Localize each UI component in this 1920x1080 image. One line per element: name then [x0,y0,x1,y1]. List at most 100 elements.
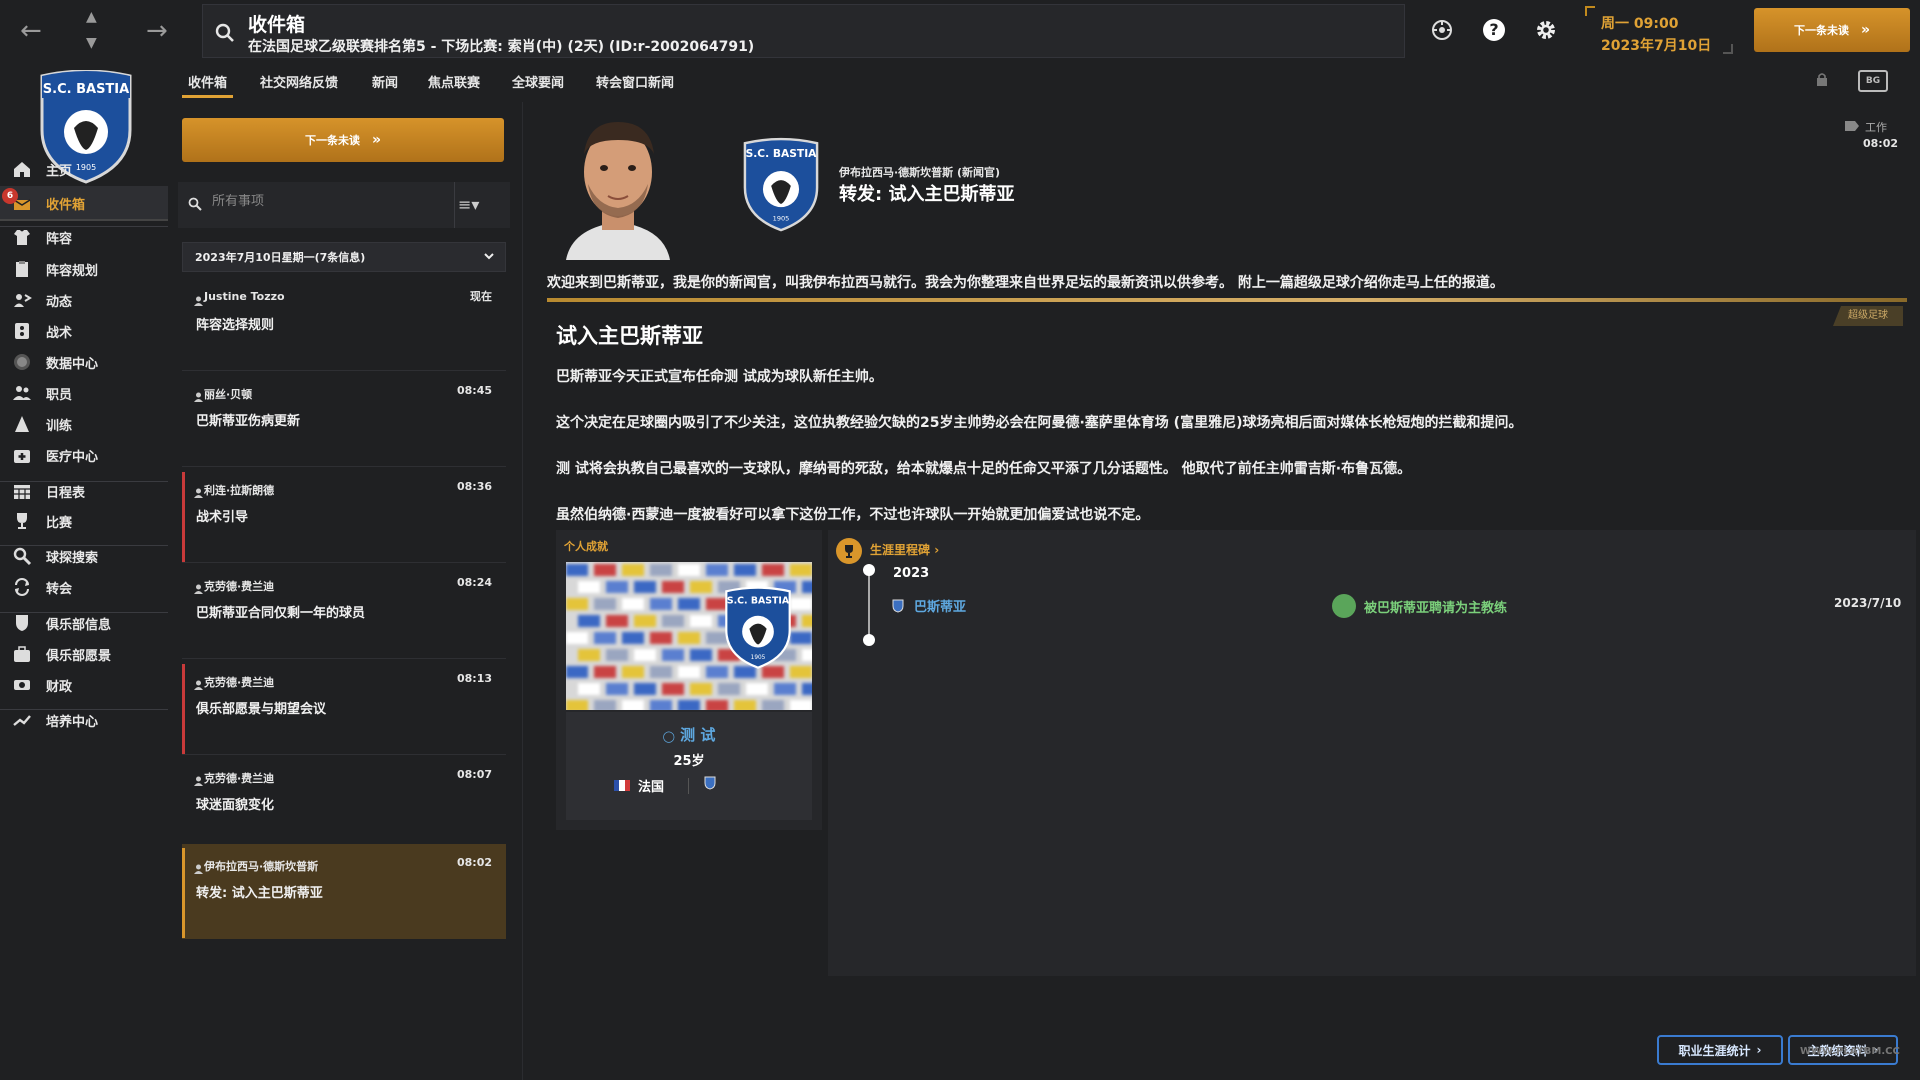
next-unread-button[interactable]: 下一条未读 » [1754,8,1910,52]
message-list-item[interactable]: 克劳德·费兰迪 08:13 俱乐部愿景与期望会议 [182,660,506,755]
sidebar-item-tactics[interactable]: 战术 [0,314,168,348]
sidebar-item-medical[interactable]: 医疗中心 [0,438,168,472]
game-clock[interactable]: 周一 09:00 2023年7月10日 [1585,6,1733,54]
sidebar-item-trophy[interactable]: 比赛 [0,504,168,538]
sidebar-item-data[interactable]: 数据中心 [0,345,168,379]
scroll-up-icon[interactable]: ▲ [86,10,97,24]
tab-global-news[interactable]: 全球要闻 [512,72,564,91]
medical-icon [12,445,32,465]
filter-divider [454,182,455,228]
search-icon[interactable] [215,23,235,47]
watermark: WWW.PLAYBM.CC [1800,1046,1900,1057]
divider [688,778,689,794]
sidebar-item-money[interactable]: 财政 [0,668,168,702]
back-arrow-icon[interactable]: ← [20,18,42,44]
pattern-tile [678,666,700,678]
tab-news[interactable]: 新闻 [372,72,398,91]
career-stats-button[interactable]: 职业生涯统计 › [1657,1035,1783,1065]
chevron-down-icon [483,250,495,265]
pattern-tile [566,598,588,610]
sender-portrait [558,110,678,260]
pattern-tile [762,700,784,710]
pattern-tile [594,564,616,576]
career-stats-label: 职业生涯统计 [1678,1043,1751,1058]
scroll-down-icon[interactable]: ▼ [86,36,97,50]
date-group-header[interactable]: 2023年7月10日星期一(7条信息) [182,242,506,272]
sidebar-item-label: 收件箱 [46,197,86,213]
milestones-title-link[interactable]: 生涯里程碑 › [870,541,939,558]
sidebar-item-calendar[interactable]: 日程表 [0,474,168,508]
club-crest-logo: S.C. BASTIA 1905 [725,586,791,669]
article-paragraph: 这个决定在足球圈内吸引了不少关注，这位执教经验欠缺的25岁主帅势必会在阿曼德·塞… [556,415,1523,431]
message-list-item[interactable]: 伊布拉西马·德斯坎普斯 08:02 转发: 试入主巴斯蒂亚 [182,844,506,939]
unread-count-badge: 6 [2,188,18,204]
title-search-box[interactable]: 收件箱 在法国足球乙级联赛排名第5 - 下场比赛: 索肖(中) (2天) (ID… [202,4,1405,58]
help-icon[interactable]: ? [1482,18,1506,42]
manager-name[interactable]: ◯ 测 试 [566,724,812,745]
pattern-tile [774,683,796,695]
forward-arrow-icon[interactable]: → [146,18,168,44]
message-time: 08:02 [456,856,492,869]
article-paragraph: 测 试将会执教自己最喜欢的一支球队，摩纳哥的死敌，给本就爆点十足的任命又平添了几… [556,461,1412,477]
training-icon [12,414,32,434]
message-list-item[interactable]: 克劳德·费兰迪 08:24 巴斯蒂亚合同仅剩一年的球员 [182,564,506,659]
sidebar-item-clipboard[interactable]: 阵容规划 [0,252,168,286]
layout-toggle-icon[interactable]: BG [1858,70,1888,92]
double-chevron-right-icon: » [371,132,382,148]
sidebar-divider [0,612,168,613]
page-title: 收件箱 [248,14,306,36]
club-crest-small-icon[interactable] [704,776,716,790]
sidebar-item-training[interactable]: 训练 [0,407,168,441]
pattern-tile [746,683,768,695]
tab-transfer-window-news[interactable]: 转会窗口新闻 [596,72,674,91]
priority-marker [182,664,185,754]
article-paragraph: 巴斯蒂亚今天正式宣布任命测 试成为球队新任主帅。 [556,369,883,385]
pattern-tile [650,598,672,610]
pattern-tile [678,564,700,576]
settings-gear-icon[interactable] [1534,18,1558,42]
sidebar-item-home[interactable]: 主页 [0,152,168,186]
sidebar-item-dynamics[interactable]: 动态 [0,283,168,317]
milestone-club-link[interactable]: 巴斯蒂亚 [892,596,966,615]
personal-achievement-card: 个人成就 S.C. BASTIA 1905 ◯ 测 试 25岁 法国 [556,530,822,830]
game-status-icon[interactable] [1430,18,1454,42]
pattern-tile [802,615,812,627]
lock-icon[interactable] [1816,72,1828,89]
search-icon [188,196,202,215]
message-subject: 战术引导 [196,510,249,525]
message-list-item[interactable]: 克劳德·费兰迪 08:07 球迷面貌变化 [182,756,506,851]
pattern-tile [594,598,616,610]
nation-label: 法国 [638,780,665,795]
double-chevron-right-icon: » [1860,22,1871,38]
sidebar-item-briefcase[interactable]: 俱乐部愿景 [0,637,168,671]
filter-menu-icon[interactable]: ≡▾ [458,195,479,214]
sidebar-item-label: 阵容规划 [46,263,99,279]
next-unread-list-button[interactable]: 下一条未读 » [182,118,504,162]
sidebar-item-inbox[interactable]: 收件箱 6 [0,186,168,221]
sidebar-item-staff[interactable]: 职员 [0,376,168,410]
message-sender: Justine Tozzo [204,290,285,303]
trophy-icon [12,511,32,531]
home-icon [12,159,32,179]
crest-year: 1905 [751,655,766,661]
filter-search-input[interactable] [212,194,432,209]
tab-social-feedback[interactable]: 社交网络反馈 [260,72,338,91]
message-time: 08:07 [456,768,492,781]
message-time: 08:45 [456,384,492,397]
tab-inbox[interactable]: 收件箱 [181,72,234,98]
manager-nation[interactable]: 法国 [614,776,664,795]
pattern-tile [606,581,628,593]
pattern-tile [578,649,600,661]
pattern-tile [690,649,712,661]
sidebar: S.C. BASTIA 1905 主页 收件箱 6 阵容 阵容规划 动态 战术 数据中心 职员训… [0,60,168,1080]
top-bar: ← ▲ ▼ → 收件箱 在法国足球乙级联赛排名第5 - 下场比赛: 索肖(中) … [0,0,1920,60]
message-intro: 欢迎来到巴斯蒂亚，我是你的新闻官，叫我伊布拉西马就行。我会为你整理来自世界足坛的… [547,275,1504,291]
message-list-item[interactable]: 利连·拉斯朗德 08:36 战术引导 [182,468,506,563]
pattern-tile [706,564,728,576]
message-list-item[interactable]: 丽丝·贝顿 08:45 巴斯蒂亚伤病更新 [182,372,506,467]
tab-focus-leagues[interactable]: 焦点联赛 [428,72,480,91]
next-unread-label: 下一条未读 [304,134,360,147]
sidebar-item-transfer[interactable]: 转会 [0,570,168,604]
game-time: 周一 09:00 [1601,16,1679,32]
message-list-item[interactable]: Justine Tozzo 现在 阵容选择规则 [182,276,506,371]
